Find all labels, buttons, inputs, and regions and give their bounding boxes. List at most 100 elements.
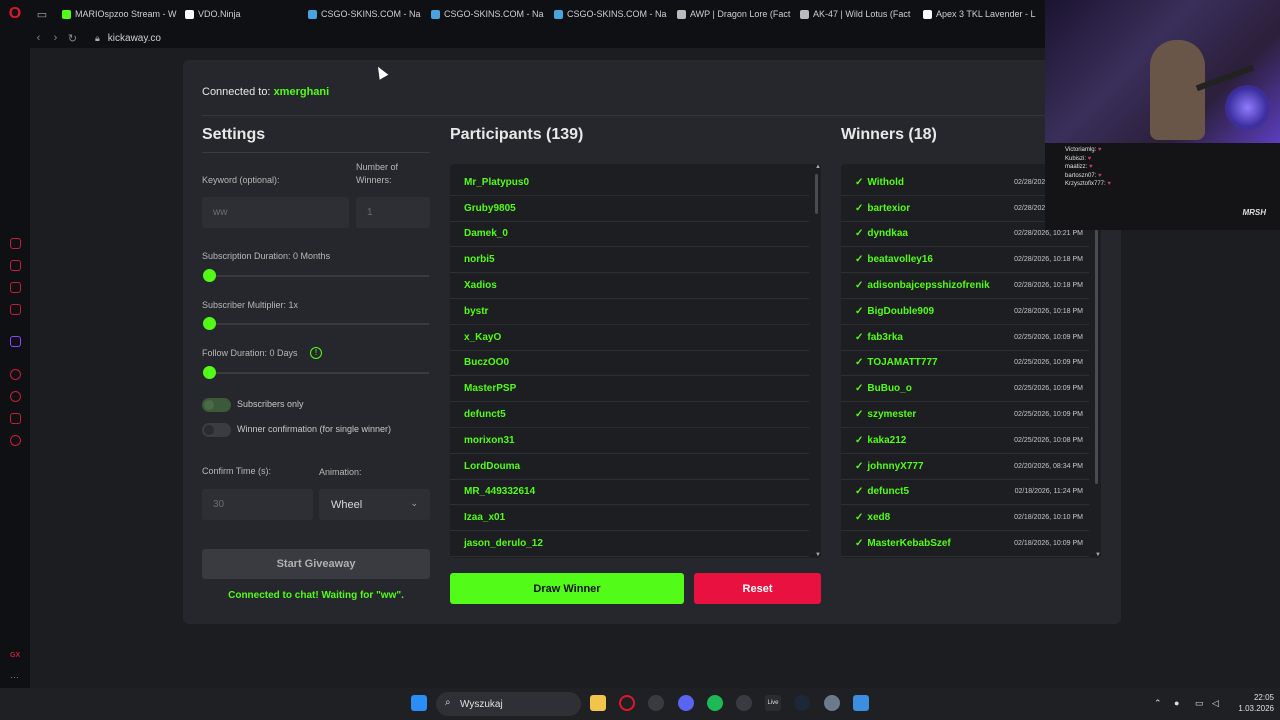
confirm-time-input[interactable]: 30 <box>202 489 313 520</box>
winner-name: ✓ xed8 <box>855 512 890 523</box>
subscription-duration-knob[interactable] <box>203 269 216 282</box>
tab-overview-icon[interactable]: ▭ <box>30 0 54 28</box>
history-icon[interactable] <box>10 391 21 402</box>
follow-duration-knob[interactable] <box>203 366 216 379</box>
participants-list[interactable]: Mr_Platypus0 Gruby9805 Damek_0 norbi5 Xadios… <box>450 164 821 558</box>
scroll-down-icon[interactable]: ▼ <box>1095 552 1101 558</box>
discord-icon[interactable] <box>678 695 694 711</box>
browser-tab[interactable]: Apex 3 TKL Lavender - L <box>915 0 1038 28</box>
scroll-up-icon[interactable]: ▲ <box>815 164 821 170</box>
animation-select[interactable]: Wheel ⌄ <box>319 489 430 520</box>
participant-row[interactable]: Gruby9805 <box>450 196 809 222</box>
back-icon[interactable]: ‹ <box>30 32 47 44</box>
participant-row[interactable]: Damek_0 <box>450 222 809 248</box>
participant-row[interactable]: MasterPSP <box>450 376 809 403</box>
bag-icon[interactable] <box>10 260 21 271</box>
tab-label: CSGO-SKINS.COM - Na <box>321 9 421 19</box>
winner-row[interactable]: ✓ johnnyX777 02/20/2026, 08:34 PM <box>841 454 1089 480</box>
chevron-up-icon[interactable]: ⌃ <box>1154 698 1162 709</box>
system-clock[interactable]: 22:05 1.03.2026 <box>1226 692 1274 714</box>
live-icon[interactable]: Live <box>765 695 781 711</box>
extensions-icon[interactable] <box>10 413 21 424</box>
participant-row[interactable]: x_KayO <box>450 325 809 351</box>
twitch-icon[interactable] <box>10 336 21 347</box>
browser-tab[interactable]: AWP | Dragon Lore (Fact <box>669 0 792 28</box>
settings-gear-icon[interactable] <box>824 695 840 711</box>
participant-row[interactable]: defunct5 <box>450 402 809 428</box>
webcam-feed <box>1045 0 1280 143</box>
opera-gx-icon[interactable] <box>619 695 635 711</box>
subscriber-multiplier-knob[interactable] <box>203 317 216 330</box>
winner-name-text: defunct5 <box>867 486 910 498</box>
winner-row[interactable]: ✓ adisonbajcepsshizofrenik 02/28/2026, 10:… <box>841 273 1089 299</box>
browser-tab[interactable]: AK-47 | Wild Lotus (Fact <box>792 0 915 28</box>
winners-count-input[interactable]: 1 <box>356 197 430 228</box>
settings-icon[interactable] <box>10 435 21 446</box>
gx-icon[interactable]: GX <box>10 652 20 659</box>
network-icon[interactable]: ▭ <box>1195 698 1204 709</box>
windows-start-icon[interactable] <box>411 695 427 711</box>
participant-row[interactable]: morixon31 <box>450 428 809 454</box>
winner-row[interactable]: ✓ szymester 02/25/2026, 10:09 PM <box>841 402 1089 428</box>
start-giveaway-button[interactable]: Start Giveaway <box>202 549 430 579</box>
subscription-duration-slider[interactable] <box>207 275 429 277</box>
reset-button[interactable]: Reset <box>694 573 821 604</box>
winner-confirmation-toggle[interactable] <box>202 423 231 437</box>
subscriber-multiplier-slider[interactable] <box>207 323 429 325</box>
winner-row[interactable]: ✓ MasterKebabSzef 02/18/2026, 10:09 PM <box>841 531 1089 557</box>
winner-row[interactable]: ✓ xed8 02/18/2026, 10:10 PM <box>841 505 1089 532</box>
taskbar-search[interactable]: ⌕ Wyszukaj <box>436 692 581 716</box>
more-icon[interactable]: ··· <box>10 672 19 682</box>
keyword-input[interactable]: ww <box>202 197 349 228</box>
gx-corner-icon[interactable] <box>10 304 21 315</box>
participant-row[interactable]: norbi5 <box>450 247 809 274</box>
winner-row[interactable]: ✓ beatavolley16 02/28/2026, 10:18 PM <box>841 247 1089 274</box>
participant-row[interactable]: jason_derulo_12 <box>450 531 809 557</box>
follow-duration-slider[interactable] <box>207 372 429 374</box>
participants-scrollbar[interactable] <box>815 164 819 558</box>
file-explorer-icon[interactable] <box>590 695 606 711</box>
winner-date: 02/18/2026, 11:24 PM <box>1014 488 1083 496</box>
winner-row[interactable]: ✓ TOJAMATT777 02/25/2026, 10:09 PM <box>841 351 1089 377</box>
headset-icon[interactable] <box>736 695 752 711</box>
participant-row[interactable]: LordDouma <box>450 454 809 480</box>
winner-row[interactable]: ✓ defunct5 02/18/2026, 11:24 PM <box>841 480 1089 506</box>
reload-icon[interactable]: ↻ <box>64 32 81 45</box>
participant-row[interactable]: BuczOO0 <box>450 351 809 377</box>
spotify-icon[interactable] <box>707 695 723 711</box>
app-window-icon[interactable] <box>853 695 869 711</box>
participant-row[interactable]: Izaa_x01 <box>450 505 809 532</box>
browser-tab[interactable]: CSGO-SKINS.COM - Na <box>300 0 423 28</box>
browser-tab[interactable]: CSGO-SKINS.COM - Na <box>423 0 546 28</box>
participant-row[interactable]: Mr_Platypus0 <box>450 170 809 196</box>
winner-name-text: Withold <box>867 176 904 188</box>
player-icon[interactable] <box>10 369 21 380</box>
messenger-icon[interactable] <box>10 238 21 249</box>
participant-row[interactable]: bystr <box>450 299 809 325</box>
winner-row[interactable]: ✓ BuBuo_o 02/25/2026, 10:09 PM <box>841 376 1089 403</box>
url-field[interactable]: kickaway.co <box>108 33 161 44</box>
participant-row[interactable]: Xadios <box>450 273 809 299</box>
scroll-down-icon[interactable]: ▼ <box>815 552 821 558</box>
forward-icon[interactable]: › <box>47 32 64 44</box>
subscribers-only-toggle[interactable] <box>202 398 231 412</box>
opera-logo-icon[interactable]: O <box>0 0 30 28</box>
draw-winner-button[interactable]: Draw Winner <box>450 573 684 604</box>
browser-tab[interactable]: CSGO-SKINS.COM - Na <box>546 0 669 28</box>
winner-row[interactable]: ✓ kaka212 02/25/2026, 10:08 PM <box>841 428 1089 454</box>
winner-row[interactable]: ✓ BigDouble909 02/28/2026, 10:18 PM <box>841 299 1089 325</box>
browser-tab[interactable]: MARIOspzoo Stream - W <box>54 0 177 28</box>
participant-row[interactable]: MR_449332614 <box>450 480 809 506</box>
winner-name-text: fab3rka <box>867 331 903 343</box>
winners-title: Winners (18) <box>841 126 937 143</box>
steam-icon[interactable] <box>794 695 810 711</box>
volume-icon[interactable]: ◁ <box>1212 698 1219 709</box>
microphone-icon[interactable]: ● <box>1174 698 1179 708</box>
winner-name: ✓ bartexior <box>855 203 910 214</box>
chat-icon[interactable] <box>10 282 21 293</box>
opera-icon[interactable] <box>648 695 664 711</box>
browser-tab[interactable]: VDO.Ninja <box>177 0 300 28</box>
winner-row[interactable]: ✓ fab3rka 02/25/2026, 10:09 PM <box>841 325 1089 351</box>
info-icon[interactable]: ! <box>310 347 322 359</box>
tab-label: CSGO-SKINS.COM - Na <box>567 9 667 19</box>
